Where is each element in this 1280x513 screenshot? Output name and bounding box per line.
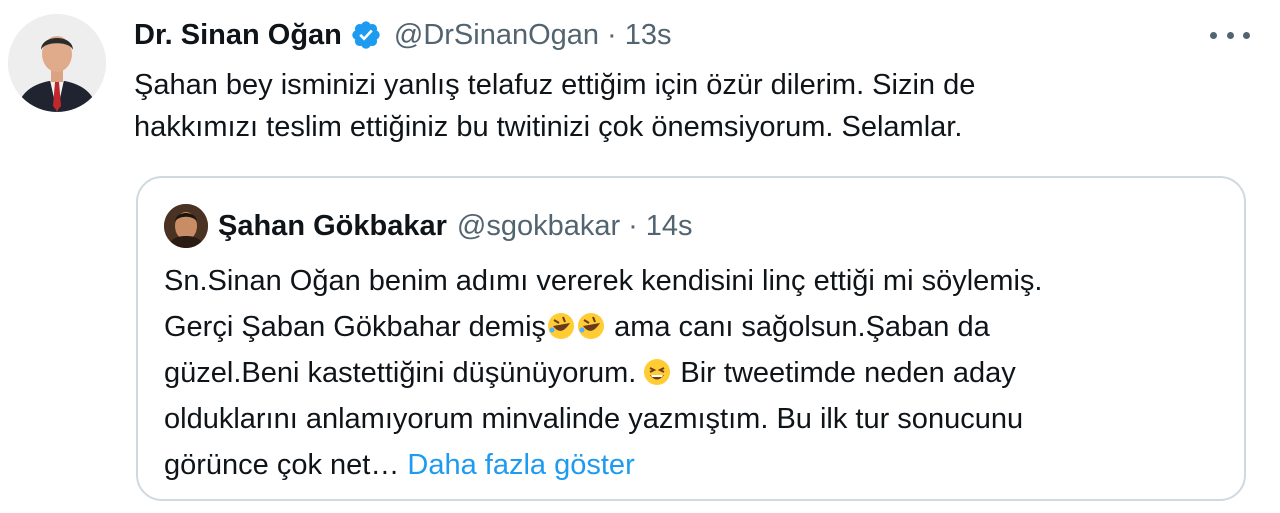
quote-text-segment: görünce çok net… — [164, 449, 408, 481]
tweet-text-line: Şahan bey isminizi yanlış telafuz ettiği… — [134, 69, 976, 101]
tweet-text-line: hakkımızı teslim ettiğiniz bu twitinizi … — [134, 111, 963, 143]
verified-badge-icon — [350, 19, 382, 51]
more-options-icon[interactable] — [1210, 18, 1250, 52]
quote-text-line: Gerçi Şaban Gökbahar demiş ama canı sağo… — [164, 304, 1224, 350]
quote-text-line: Sn.Sinan Oğan benim adımı vererek kendis… — [164, 265, 1043, 297]
quote-text-line: olduklarını anlamıyorum minvalinde yazmı… — [164, 403, 1024, 435]
author-avatar[interactable] — [8, 14, 106, 112]
grinning-squinting-emoji-icon — [642, 355, 672, 385]
quote-text-segment: Bir tweetimde neden aday — [672, 357, 1016, 389]
quote-text-line: güzel.Beni kastettiğini düşünüyorum. Bir… — [164, 350, 1224, 396]
more-dot — [1243, 31, 1250, 39]
separator-dot: · — [607, 18, 617, 51]
quoted-tweet[interactable]: Şahan Gökbakar @sgokbakar · 14s Sn.Sinan… — [136, 176, 1246, 501]
more-dot — [1226, 31, 1234, 39]
quote-text-segment: ama canı sağolsun.Şaban da — [606, 311, 990, 343]
tweet-text: Şahan bey isminizi yanlış telafuz ettiği… — [134, 64, 1244, 148]
quote-text: Sn.Sinan Oğan benim adımı vererek kendis… — [164, 258, 1224, 488]
more-dot — [1210, 31, 1217, 39]
quote-text-segment: güzel.Beni kastettiğini düşünüyorum. — [164, 357, 637, 389]
avatar-image — [8, 14, 106, 112]
quote-timestamp[interactable]: 14s — [646, 210, 693, 243]
author-handle[interactable]: @DrSinanOgan — [394, 19, 599, 52]
quote-text-segment: Gerçi Şaban Gökbahar demiş — [164, 311, 547, 343]
quote-author-name[interactable]: Şahan Gökbakar — [218, 210, 447, 243]
quote-header: Şahan Gökbakar @sgokbakar · 14s — [218, 206, 693, 246]
quote-author-handle[interactable]: @sgokbakar — [457, 210, 620, 243]
rolling-on-floor-laughing-emoji-icon — [576, 309, 606, 339]
tweet[interactable]: Dr. Sinan Oğan @DrSinanOgan · 13s Şahan … — [0, 0, 1280, 513]
show-more-link[interactable]: Daha fazla göster — [407, 449, 634, 481]
quote-author-avatar[interactable] — [164, 204, 208, 248]
quote-avatar-image — [164, 204, 208, 248]
tweet-header: Dr. Sinan Oğan @DrSinanOgan · 13s — [134, 14, 671, 56]
author-name[interactable]: Dr. Sinan Oğan — [134, 19, 342, 52]
rolling-on-floor-laughing-emoji-icon — [546, 309, 576, 339]
separator-dot: · — [628, 209, 638, 242]
quote-text-line: görünce çok net… Daha fazla göster — [164, 442, 1224, 488]
tweet-timestamp[interactable]: 13s — [625, 19, 672, 52]
